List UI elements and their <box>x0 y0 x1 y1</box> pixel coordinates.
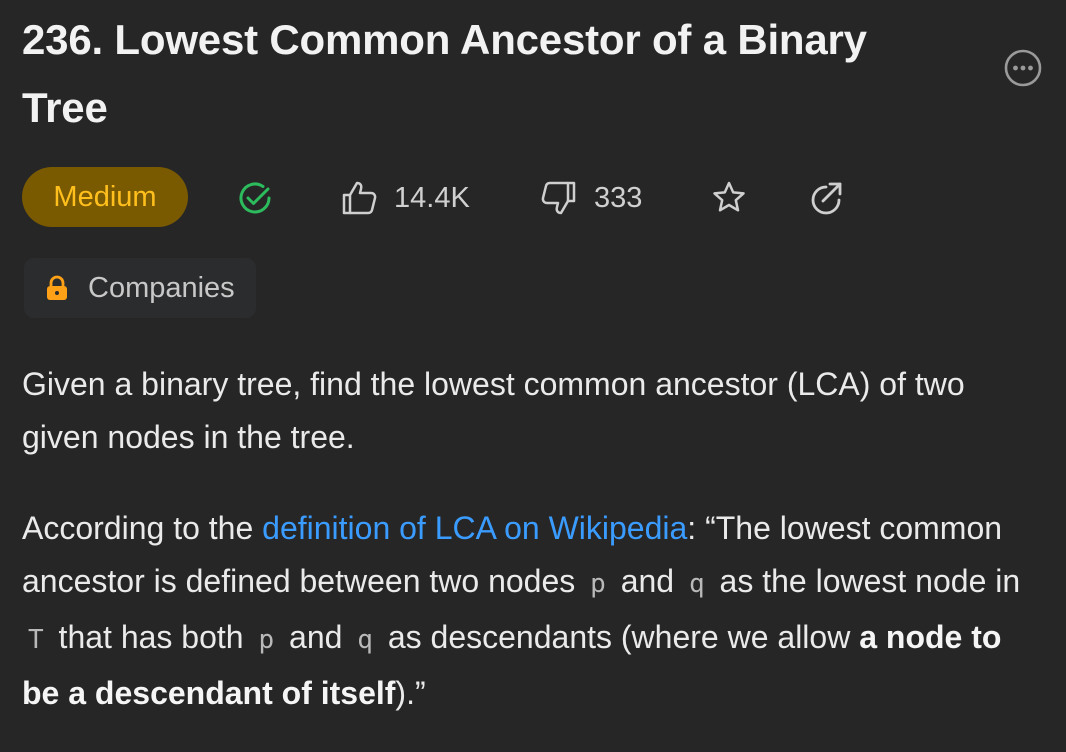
difficulty-badge: Medium <box>22 167 188 227</box>
thumbs-down-icon <box>541 181 576 215</box>
text-fragment: ).” <box>395 675 426 711</box>
likes-count: 14.4K <box>394 182 470 214</box>
thumbs-up-icon <box>342 181 377 215</box>
code-T: T <box>28 625 44 655</box>
problem-meta-row: Medium 14.4K 333 <box>22 167 1022 227</box>
dislikes-count: 333 <box>594 182 643 214</box>
description-paragraph-2: According to the definition of LCA on Wi… <box>22 502 1042 720</box>
code-p: p <box>258 625 275 655</box>
companies-label: Companies <box>88 272 235 304</box>
like-button[interactable]: 14.4K <box>338 167 488 227</box>
text-fragment: that has both <box>49 619 253 655</box>
lca-wikipedia-link[interactable]: definition of LCA on Wikipedia <box>262 510 687 546</box>
text-fragment: as the lowest node in <box>710 563 1021 599</box>
text-fragment: as descendants (where we allow <box>378 619 860 655</box>
code-p: p <box>590 569 606 599</box>
problem-title: 236. Lowest Common Ancestor of a Binary … <box>22 16 867 131</box>
text-fragment: and <box>280 619 352 655</box>
code-q: q <box>357 625 373 655</box>
text-fragment: According to the <box>22 510 263 546</box>
description-paragraph-1: Given a binary tree, find the lowest com… <box>22 366 965 455</box>
more-options-button[interactable] <box>1003 48 1043 88</box>
lock-icon <box>47 275 67 300</box>
more-horizontal-icon <box>1004 49 1042 87</box>
companies-tag[interactable]: Companies <box>24 258 256 318</box>
text-fragment: and <box>611 563 683 599</box>
star-icon[interactable] <box>710 179 748 217</box>
share-icon[interactable] <box>808 179 846 217</box>
check-circle-icon <box>239 182 271 214</box>
dislike-button[interactable]: 333 <box>540 167 660 227</box>
code-q: q <box>688 569 705 599</box>
